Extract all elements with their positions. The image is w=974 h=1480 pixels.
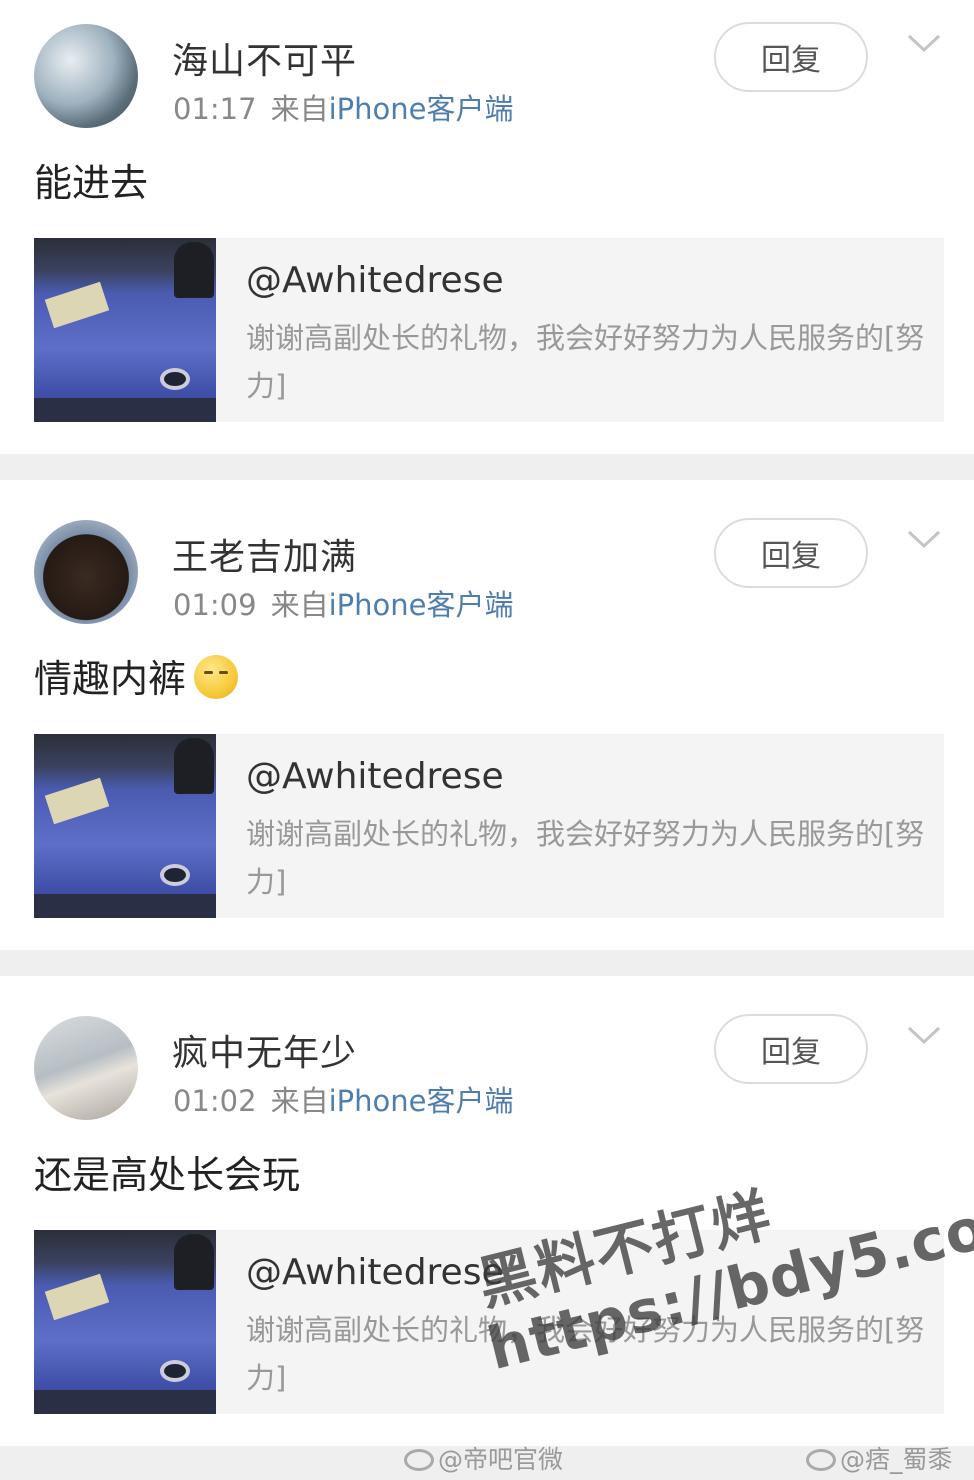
quoted-post-user: @Awhitedrese bbox=[246, 756, 504, 797]
comment-meta: 01:09 来自iPhone客户端 bbox=[173, 582, 513, 624]
weibo-logo-icon bbox=[404, 1449, 434, 1471]
comment-text-row: 情趣内裤 bbox=[34, 648, 239, 703]
quoted-post[interactable]: @Awhitedrese 谢谢高副处长的礼物，我会好好努力为人民服务的[努力] bbox=[34, 734, 944, 918]
reply-button[interactable]: 回复 bbox=[714, 518, 868, 588]
footer-credits: @帝吧官微 @痞_蜀黍 bbox=[0, 1438, 974, 1480]
credit-left: @帝吧官微 bbox=[404, 1440, 563, 1476]
credit-right: @痞_蜀黍 bbox=[806, 1440, 953, 1476]
source-app-link[interactable]: iPhone客户端 bbox=[329, 1084, 514, 1118]
quoted-post-thumbnail bbox=[34, 734, 216, 918]
chevron-down-icon[interactable] bbox=[906, 32, 942, 56]
weibo-logo-icon bbox=[806, 1449, 836, 1471]
comment-text: 能进去 bbox=[34, 161, 149, 205]
credit-right-text: @痞_蜀黍 bbox=[840, 1445, 953, 1474]
source-app-link[interactable]: iPhone客户端 bbox=[329, 92, 514, 126]
chevron-down-icon[interactable] bbox=[906, 528, 942, 552]
quoted-post-text: 谢谢高副处长的礼物，我会好好努力为人民服务的[努力] bbox=[246, 817, 925, 899]
quoted-post-text: 谢谢高副处长的礼物，我会好好努力为人民服务的[努力] bbox=[246, 321, 925, 403]
quoted-post-user: @Awhitedrese bbox=[246, 260, 504, 301]
username[interactable]: 疯中无年少 bbox=[172, 1024, 357, 1076]
quoted-post-user: @Awhitedrese bbox=[246, 1252, 504, 1293]
comment-card: 王老吉加满 01:09 来自iPhone客户端 回复 情趣内裤 @Awhitedr… bbox=[0, 496, 974, 950]
chevron-down-icon[interactable] bbox=[906, 1024, 942, 1048]
comment-text: 情趣内裤 bbox=[34, 657, 187, 701]
quoted-post[interactable]: @Awhitedrese 谢谢高副处长的礼物，我会好好努力为人民服务的[努力] bbox=[34, 238, 944, 422]
avatar[interactable] bbox=[34, 520, 138, 624]
avatar[interactable] bbox=[34, 1016, 138, 1120]
comment-time: 01:17 bbox=[173, 92, 257, 126]
comment-text: 还是高处长会玩 bbox=[34, 1153, 301, 1197]
source-app-link[interactable]: iPhone客户端 bbox=[329, 588, 514, 622]
username[interactable]: 王老吉加满 bbox=[172, 528, 357, 580]
comment-time: 01:09 bbox=[173, 588, 257, 622]
quoted-post-thumbnail bbox=[34, 238, 216, 422]
quoted-post-thumbnail bbox=[34, 1230, 216, 1414]
avatar[interactable] bbox=[34, 24, 138, 128]
credit-left-text: @帝吧官微 bbox=[438, 1445, 564, 1474]
shushing-face-icon bbox=[194, 655, 239, 699]
username[interactable]: 海山不可平 bbox=[172, 32, 357, 84]
divider bbox=[0, 950, 974, 976]
comment-card: 海山不可平 01:17 来自iPhone客户端 回复 能进去 @Awhitedre… bbox=[0, 0, 974, 454]
source-prefix: 来自 bbox=[270, 92, 329, 126]
comment-meta: 01:17 来自iPhone客户端 bbox=[173, 86, 513, 128]
reply-button[interactable]: 回复 bbox=[714, 22, 868, 92]
comment-meta: 01:02 来自iPhone客户端 bbox=[173, 1078, 513, 1120]
reply-button[interactable]: 回复 bbox=[714, 1014, 868, 1084]
source-prefix: 来自 bbox=[270, 588, 329, 622]
source-prefix: 来自 bbox=[270, 1084, 329, 1118]
divider bbox=[0, 454, 974, 480]
comment-time: 01:02 bbox=[173, 1084, 257, 1118]
